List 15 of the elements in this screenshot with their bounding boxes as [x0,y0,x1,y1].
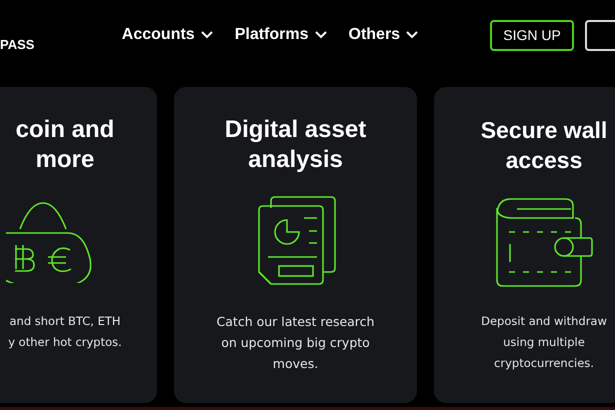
card-description: and short BTC, ETH y other hot cryptos. [8,313,122,351]
chevron-down-icon [406,31,418,39]
card-description: Deposit and withdraw using multiple cryptocurrencies. [481,313,607,372]
card-description: Catch our latest research on upcoming big crypto moves. [216,313,374,373]
nav-menu-item[interactable]: Platforms [234,26,326,44]
nav-menu-item[interactable]: Others [348,26,418,44]
chevron-down-icon [200,31,213,39]
card-title: coin and more [16,115,114,175]
sign-up-button[interactable]: SIGN UP [490,20,574,50]
card-title: Digital asset analysis [224,115,366,175]
logo-text[interactable]: PASS [0,36,122,52]
card-title: Secure wall access [480,116,608,175]
chevron-down-icon [314,31,326,39]
header-button[interactable] [585,20,615,50]
nav-menu-item[interactable]: Accounts [122,26,213,44]
